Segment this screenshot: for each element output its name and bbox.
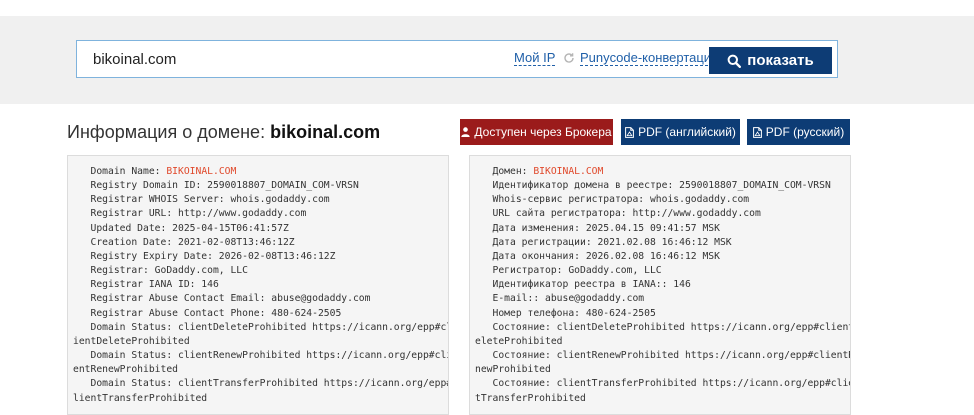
whois-line-text: Дата окончания: 2026.02.08 16:46:12 MSK: [475, 250, 720, 262]
whois-russian-lines: Домен: BIKOINAL.COM Идентификатор домена…: [470, 156, 850, 406]
broker-button[interactable]: Доступен через Брокера: [460, 119, 613, 145]
whois-line: Domain Status: clientRenewProhibited htt…: [73, 349, 448, 363]
whois-line: Registrar WHOIS Server: whois.godaddy.co…: [73, 193, 448, 207]
whois-line: Domain Status: clientTransferProhibited …: [73, 377, 448, 391]
whois-line-text: Registrar IANA ID: 146: [73, 279, 219, 291]
whois-line-text: E-mail:: abuse@godaddy.com: [475, 293, 645, 305]
whois-line: eleteProhibited: [475, 335, 850, 349]
whois-line-text: Registry Domain ID: 2590018807_DOMAIN_CO…: [73, 180, 359, 192]
broker-button-label: Доступен через Брокера: [474, 125, 612, 139]
whois-line: Регистратор: GoDaddy.com, LLC: [475, 264, 850, 278]
whois-line: Состояние: clientRenewProhibited https:/…: [475, 349, 850, 363]
whois-line-text: Domain Status: clientRenewProhibited htt…: [73, 350, 449, 362]
page-title-prefix: Информация о домене:: [67, 122, 271, 142]
whois-line-text: Регистратор: GoDaddy.com, LLC: [475, 265, 662, 277]
pdf-russian-label: PDF (русский): [765, 125, 845, 139]
whois-line-text: Домен:: [475, 166, 534, 177]
punycode-link[interactable]: Punycode-конвертация: [580, 51, 719, 66]
whois-line: Состояние: clientDeleteProhibited https:…: [475, 321, 850, 335]
whois-line: Whois-сервис регистратора: whois.godaddy…: [475, 193, 850, 207]
whois-line: Registrar URL: http://www.godaddy.com: [73, 207, 448, 221]
whois-line: Registry Domain ID: 2590018807_DOMAIN_CO…: [73, 179, 448, 193]
user-icon: [461, 127, 471, 137]
whois-line: Registry Expiry Date: 2026-02-08T13:46:1…: [73, 250, 448, 264]
whois-line: newProhibited: [475, 363, 850, 377]
whois-line: tTransferProhibited: [475, 392, 850, 406]
whois-line-text: Состояние: clientRenewProhibited https:/…: [475, 350, 851, 362]
pdf-english-label: PDF (английский): [638, 125, 736, 139]
pdf-russian-button[interactable]: PDF (русский): [747, 119, 850, 145]
whois-line-text: Дата регистрации: 2021.02.08 16:46:12 MS…: [475, 236, 732, 248]
whois-line-text: Creation Date: 2021-02-08T13:46:12Z: [73, 236, 295, 248]
whois-line-text: Registrar URL: http://www.godaddy.com: [73, 208, 307, 220]
whois-line-text: Registry Expiry Date: 2026-02-08T13:46:1…: [73, 250, 336, 262]
whois-line-text: Whois-сервис регистратора: whois.godaddy…: [475, 194, 750, 206]
whois-english-lines: Domain Name: BIKOINAL.COM Registry Domai…: [68, 156, 448, 406]
whois-english-panel: Domain Name: BIKOINAL.COM Registry Domai…: [67, 155, 449, 415]
whois-line-text: Идентификатор домена в реестре: 25900188…: [475, 180, 831, 192]
pdf-file-icon: [625, 126, 634, 138]
refresh-icon: [564, 53, 574, 63]
whois-line-text: ientDeleteProhibited: [73, 335, 190, 347]
whois-line: E-mail:: abuse@godaddy.com: [475, 292, 850, 306]
whois-line: lientTransferProhibited: [73, 392, 448, 406]
whois-line: Domain Status: clientDeleteProhibited ht…: [73, 321, 448, 335]
whois-line-value: BIKOINAL.COM: [166, 166, 237, 177]
whois-line: Домен: BIKOINAL.COM: [475, 165, 850, 179]
whois-line: Состояние: clientTransferProhibited http…: [475, 377, 850, 391]
whois-line: Дата регистрации: 2021.02.08 16:46:12 MS…: [475, 236, 850, 250]
whois-line: ientDeleteProhibited: [73, 335, 448, 349]
search-icon: [727, 54, 742, 68]
whois-line: Дата изменения: 2025.04.15 09:41:57 MSK: [475, 222, 850, 236]
domain-search-input[interactable]: [93, 49, 473, 69]
whois-line: Идентификатор реестра в IANA:: 146: [475, 278, 850, 292]
my-ip-link[interactable]: Мой IP: [514, 51, 556, 66]
whois-line-text: Domain Status: clientDeleteProhibited ht…: [73, 321, 449, 333]
whois-line-text: Registrar Abuse Contact Email: abuse@god…: [73, 293, 371, 305]
whois-line-text: Состояние: clientDeleteProhibited https:…: [475, 321, 851, 333]
whois-line: Registrar Abuse Contact Phone: 480-624-2…: [73, 307, 448, 321]
whois-line: Номер телефона: 480-624-2505: [475, 307, 850, 321]
whois-line: Registrar Abuse Contact Email: abuse@god…: [73, 292, 448, 306]
show-button-label: показать: [747, 52, 814, 69]
whois-line-text: Идентификатор реестра в IANA:: 146: [475, 279, 691, 291]
top-bar: [0, 0, 974, 16]
whois-line: Идентификатор домена в реестре: 25900188…: [475, 179, 850, 193]
whois-line-text: tTransferProhibited: [475, 392, 586, 404]
whois-line: Creation Date: 2021-02-08T13:46:12Z: [73, 236, 448, 250]
whois-line-text: Updated Date: 2025-04-15T06:41:57Z: [73, 222, 289, 234]
show-button[interactable]: показать: [709, 47, 832, 74]
whois-line: Domain Name: BIKOINAL.COM: [73, 165, 448, 179]
whois-line: Дата окончания: 2026.02.08 16:46:12 MSK: [475, 250, 850, 264]
page-title: Информация о домене: bikoinal.com: [67, 122, 380, 143]
whois-line: URL сайта регистратора: http://www.godad…: [475, 207, 850, 221]
page-title-domain: bikoinal.com: [270, 122, 381, 142]
whois-russian-panel: Домен: BIKOINAL.COM Идентификатор домена…: [469, 155, 851, 415]
whois-line-text: lientTransferProhibited: [73, 392, 208, 404]
whois-line-text: Дата изменения: 2025.04.15 09:41:57 MSK: [475, 222, 720, 234]
whois-line: entRenewProhibited: [73, 363, 448, 377]
whois-line-text: entRenewProhibited: [73, 364, 178, 376]
whois-line-text: newProhibited: [475, 364, 551, 376]
pdf-file-icon: [752, 126, 762, 138]
whois-line: Registrar: GoDaddy.com, LLC: [73, 264, 448, 278]
whois-line-text: Domain Name:: [73, 166, 167, 177]
search-box: Мой IP Punycode-конвертация показать: [76, 40, 838, 78]
whois-line: Registrar IANA ID: 146: [73, 278, 448, 292]
whois-line-text: Номер телефона: 480-624-2505: [475, 307, 656, 319]
whois-line-text: Registrar WHOIS Server: whois.godaddy.co…: [73, 194, 330, 206]
whois-line-text: eleteProhibited: [475, 335, 563, 347]
whois-line-text: URL сайта регистратора: http://www.godad…: [475, 208, 761, 220]
whois-line-text: Domain Status: clientTransferProhibited …: [73, 378, 449, 390]
pdf-english-button[interactable]: PDF (английский): [621, 119, 740, 145]
whois-line-text: Registrar: GoDaddy.com, LLC: [73, 265, 248, 277]
whois-line-text: Состояние: clientTransferProhibited http…: [475, 378, 851, 390]
search-band: Мой IP Punycode-конвертация показать: [0, 16, 974, 104]
whois-line-text: Registrar Abuse Contact Phone: 480-624-2…: [73, 307, 342, 319]
whois-line: Updated Date: 2025-04-15T06:41:57Z: [73, 222, 448, 236]
whois-line-value: BIKOINAL.COM: [533, 166, 604, 177]
